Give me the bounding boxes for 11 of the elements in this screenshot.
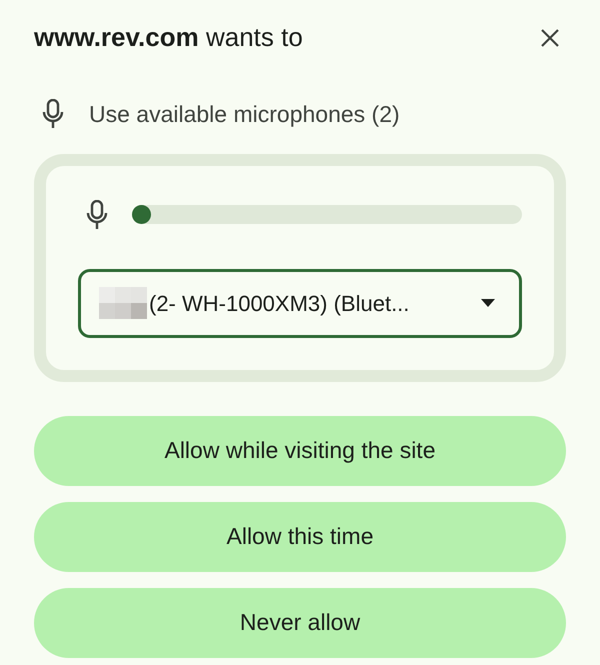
device-dropdown[interactable]: (2- WH-1000XM3) (Bluet... (78, 268, 522, 338)
action-button[interactable]: Allow this time (34, 502, 566, 572)
dialog-title: www.rev.com wants to (34, 21, 303, 54)
caret-icon (481, 299, 495, 307)
action-button[interactable]: Never allow (34, 588, 566, 658)
permission-text: Use available microphones (2) (89, 100, 400, 129)
microphone-icon (86, 200, 108, 230)
action-button[interactable]: Allow while visiting the site (34, 416, 566, 486)
redacted-block (99, 287, 147, 319)
close-icon (540, 28, 560, 48)
microphone-icon (42, 99, 64, 130)
